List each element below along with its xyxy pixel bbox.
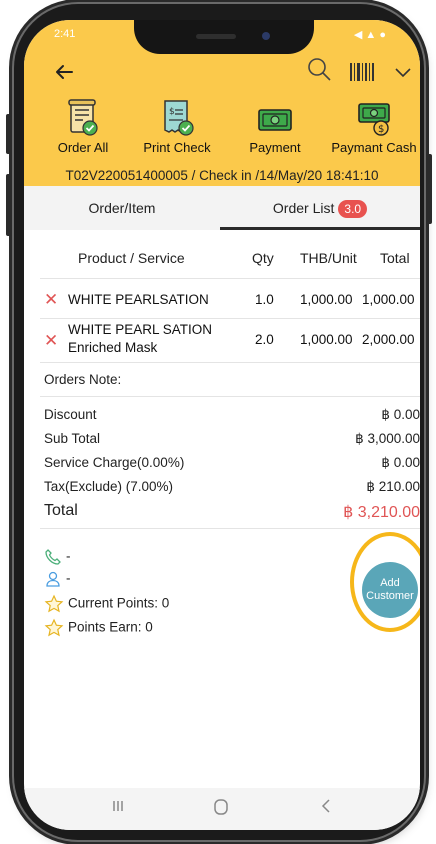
summary-subtotal: Sub Total ฿ 3,000.00 [44,431,420,446]
item-unit-price: 1,000.00 [300,292,353,307]
summary-tax: Tax(Exclude) (7.00%) ฿ 210.00 [44,479,420,494]
action-toolbar: Order All $ Print Check Payment $ Payman… [54,98,420,170]
user-icon [46,571,60,587]
divider [40,278,420,279]
paymant-cash-button[interactable]: $ Paymant Cash [324,98,420,155]
divider [40,528,420,529]
tab-order-list-label: Order List [272,200,335,216]
star-icon [44,594,64,613]
table-header: Product / Service Qty THB/Unit Total [24,238,420,278]
search-icon[interactable] [306,56,332,87]
item-unit-price: 1,000.00 [300,332,353,347]
remove-item-icon[interactable]: ✕ [44,291,58,308]
current-points-text: Current Points: 0 [68,595,170,611]
svg-text:$: $ [378,124,384,135]
status-time: 2:41 [54,28,76,40]
summary-discount: Discount ฿ 0.00 [44,407,420,422]
home-icon[interactable] [212,798,230,821]
summary-label: Service Charge(0.00%) [44,455,185,470]
customer-name-value: - [66,570,71,586]
col-product: Product / Service [78,250,185,266]
front-camera [262,32,270,40]
item-name-line2: Enriched Mask [68,340,158,355]
payment-button[interactable]: Payment [240,98,310,155]
tab-order-item[interactable]: Order/Item [24,186,220,230]
points-earn-text: Points Earn: 0 [68,619,153,635]
current-points: Current Points: 0 [44,594,169,614]
item-name: WHITE PEARLSATION [68,292,209,307]
volume-down-button [6,174,12,236]
col-total: Total [380,250,410,266]
android-nav-bar [24,788,420,830]
table-row[interactable]: ✕ WHITE PEARLSATION 1.0 1,000.00 1,000.0… [24,284,420,316]
order-all-label: Order All [57,140,109,155]
customer-phone: - [44,548,71,566]
divider [40,396,420,397]
divider [40,318,420,319]
summary-value: ฿ 0.00 [381,407,420,422]
summary-total: Total ฿ 3,210.00 [44,502,420,521]
item-total: 1,000.00 [362,292,415,307]
add-customer-line1: Add [380,577,400,589]
speaker [196,34,236,39]
paymant-cash-label: Paymant Cash [331,140,417,155]
remove-item-icon[interactable]: ✕ [44,332,58,349]
scroll-check-icon [48,98,118,138]
chevron-down-icon[interactable] [394,66,412,84]
summary-value: ฿ 210.00 [366,479,420,494]
item-total: 2,000.00 [362,332,415,347]
customer-name: - [44,570,71,588]
customer-phone-value: - [66,548,71,564]
points-earn: Points Earn: 0 [44,618,153,638]
item-qty: 2.0 [255,332,274,347]
cash-coin-icon: $ [324,98,420,138]
col-qty: Qty [252,250,274,266]
payment-label: Payment [249,140,301,155]
table-row[interactable]: ✕ WHITE PEARL SATION Enriched Mask 2.0 1… [24,320,420,360]
svg-text:$: $ [169,107,175,117]
summary-value: ฿ 0.00 [381,455,420,470]
tab-bar: Order/Item Order List 3.0 [24,186,420,230]
total-label: Total [44,502,78,519]
status-icons: ◀ ▲ ● [353,29,386,41]
star-icon [44,618,64,637]
item-name: WHITE PEARL SATION [68,322,213,337]
volume-up-button [6,114,12,154]
item-qty: 1.0 [255,292,274,307]
total-value: ฿ 3,210.00 [343,504,420,521]
order-count-badge: 3.0 [338,200,368,219]
summary-label: Sub Total [44,431,101,446]
tab-order-list[interactable]: Order List 3.0 [220,186,420,230]
divider [40,362,420,363]
col-unit: THB/Unit [300,250,357,266]
print-check-label: Print Check [143,140,211,155]
notch [134,20,314,54]
summary-value: ฿ 3,000.00 [355,431,420,446]
summary-label: Discount [44,407,97,422]
checkin-info: T02V220051400005 / Check in /14/May/20 1… [65,168,379,183]
summary-label: Tax(Exclude) (7.00%) [44,479,174,494]
tab-order-item-label: Order/Item [88,200,156,216]
phone-icon [45,549,61,565]
back-nav-icon[interactable] [318,798,334,819]
receipt-check-icon: $ [132,98,222,138]
power-button [426,154,432,224]
phone-screen: 2:41 ◀ ▲ ● Order All $ Print Check Payme… [24,20,420,830]
barcode-icon[interactable] [349,62,375,87]
back-arrow-icon[interactable] [54,62,78,86]
order-all-button[interactable]: Order All [48,98,118,155]
orders-note-label[interactable]: Orders Note: [44,372,121,387]
cash-icon [240,98,310,138]
recent-apps-icon[interactable] [110,798,126,819]
add-customer-line2: Customer [366,590,414,602]
print-check-button[interactable]: $ Print Check [132,98,222,155]
add-customer-button[interactable]: Add Customer [362,562,418,618]
summary-service-charge: Service Charge(0.00%) ฿ 0.00 [44,455,420,470]
